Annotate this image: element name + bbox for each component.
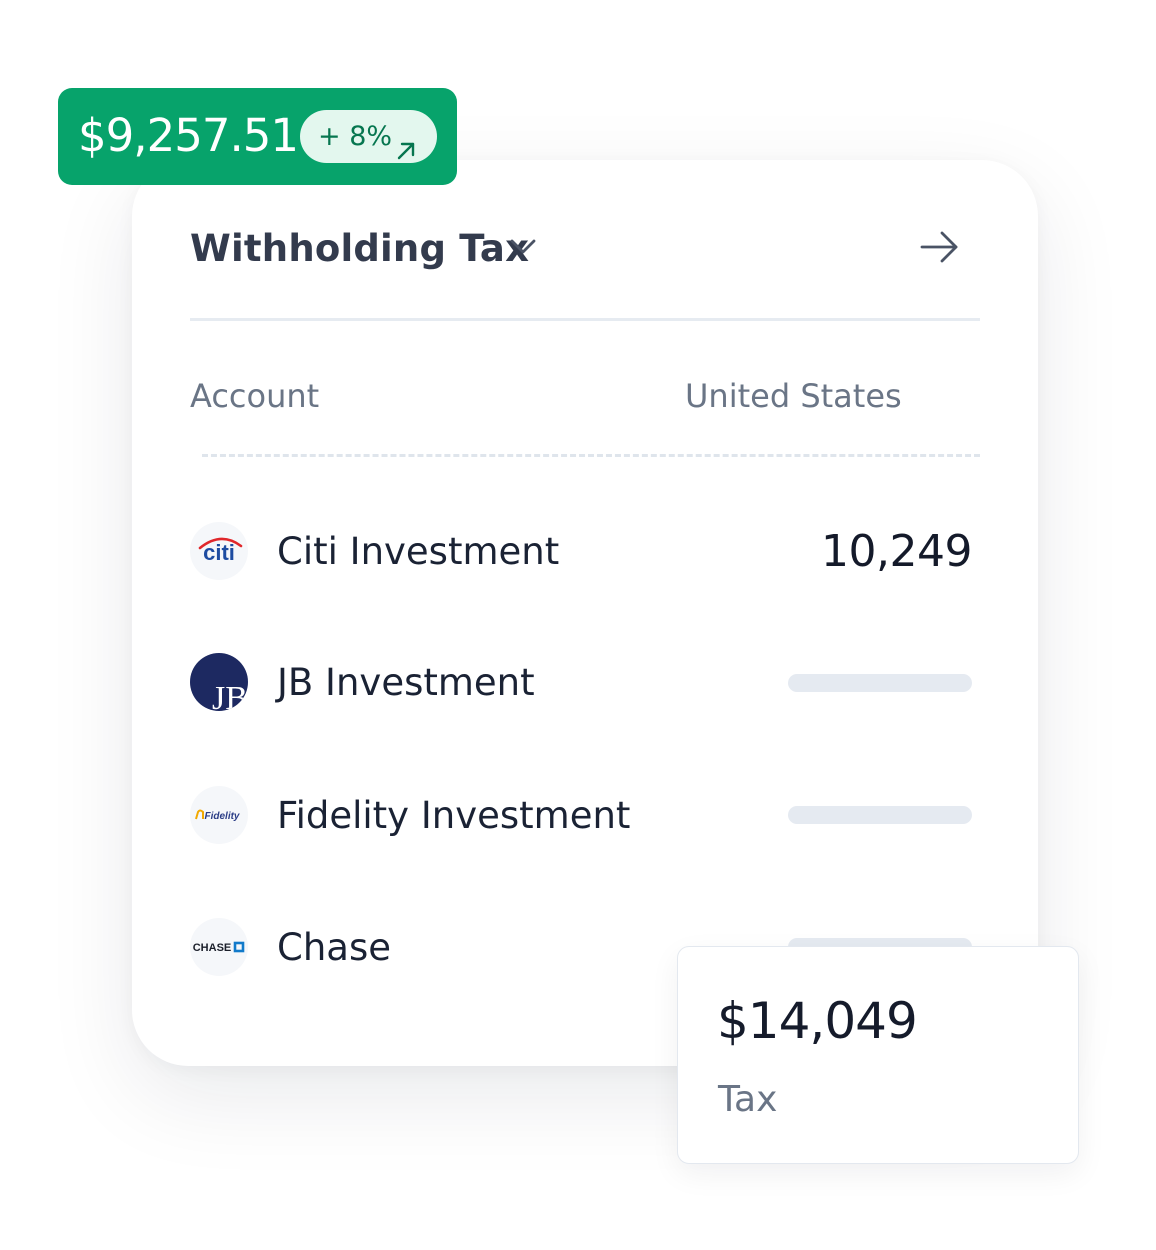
jb-logo-icon: JB: [190, 653, 248, 711]
withholding-tax-card: Withholding Tax Account United States ci…: [132, 160, 1038, 1066]
account-row-fidelity[interactable]: Fidelity Fidelity Investment: [190, 786, 980, 850]
balance-badge: $9,257.51 + 8%: [58, 88, 457, 185]
fidelity-logo-icon: Fidelity: [190, 786, 248, 844]
svg-text:JB: JB: [212, 680, 248, 711]
tax-amount: $14,049: [717, 992, 918, 1050]
svg-text:CHASE: CHASE: [193, 942, 232, 954]
svg-text:citi: citi: [203, 540, 235, 565]
loading-placeholder: [788, 806, 972, 824]
account-name: Chase: [277, 926, 391, 969]
change-pill: + 8%: [300, 110, 437, 163]
account-row-citi[interactable]: citi Citi Investment 10,249: [190, 522, 980, 586]
column-header-country: United States: [685, 377, 902, 415]
balance-amount: $9,257.51: [78, 109, 299, 162]
chase-logo-icon: CHASE: [190, 918, 248, 976]
account-name: Citi Investment: [277, 530, 560, 573]
stage: Withholding Tax Account United States ci…: [0, 0, 1156, 1250]
loading-placeholder: [788, 674, 972, 692]
account-name: Fidelity Investment: [277, 794, 631, 837]
account-row-jb[interactable]: JB JB Investment: [190, 653, 980, 717]
arrow-up-right-icon: [396, 126, 416, 160]
account-name: JB Investment: [277, 661, 535, 704]
chevron-down-icon[interactable]: [509, 237, 537, 257]
tax-summary-card: $14,049 Tax: [677, 946, 1079, 1164]
card-title: Withholding Tax: [190, 227, 530, 270]
change-percent: + 8%: [318, 121, 393, 152]
header-divider: [190, 318, 980, 321]
column-divider: [202, 454, 980, 457]
column-header-account: Account: [190, 377, 320, 415]
citi-logo-icon: citi: [190, 522, 248, 580]
svg-text:Fidelity: Fidelity: [204, 811, 239, 822]
arrow-right-icon[interactable]: [918, 228, 962, 266]
tax-label: Tax: [718, 1079, 778, 1120]
account-value: 10,249: [821, 526, 972, 577]
